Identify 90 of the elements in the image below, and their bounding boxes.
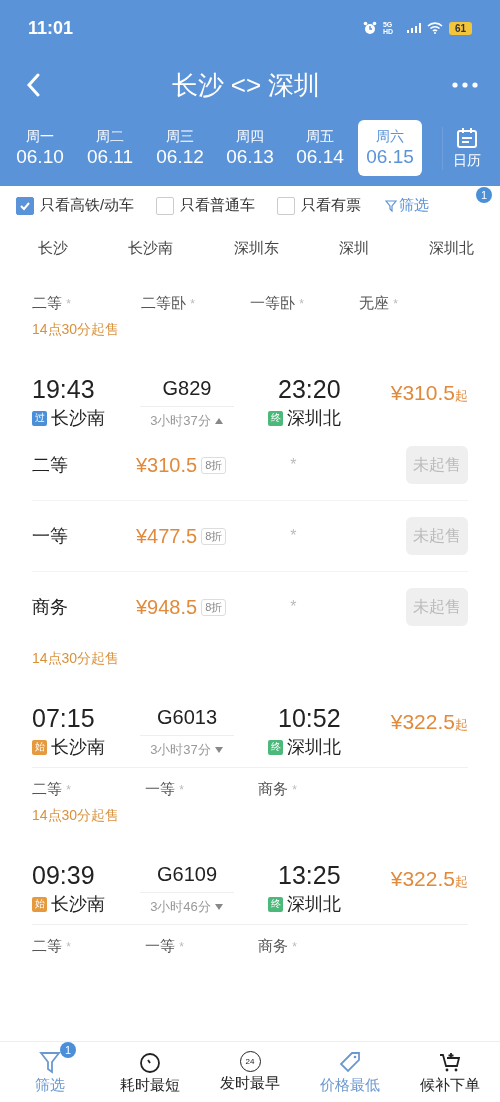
sale-time-note: 14点30分起售 <box>31 320 121 339</box>
station-option[interactable]: 深圳 <box>338 239 369 258</box>
discount-badge: 8折 <box>201 456 227 474</box>
calendar-icon <box>456 126 478 149</box>
availability-mark: * <box>290 598 298 616</box>
sort-tab[interactable]: 耗时最短 <box>100 1042 200 1102</box>
seat-availability: 二等 * <box>32 780 72 799</box>
discount-badge: 8折 <box>201 598 227 616</box>
caret-icon <box>213 746 224 754</box>
arrival-time: 10:52 <box>277 704 342 733</box>
arrival-station: 深圳北 <box>287 736 341 759</box>
discount-badge: 8折 <box>201 527 227 545</box>
departure-time: 19:43 <box>32 375 96 404</box>
count-badge: 1 <box>476 187 492 203</box>
train-number: G6109 <box>140 861 234 893</box>
filter-button[interactable]: 筛选 <box>385 196 430 215</box>
arrival-time: 13:25 <box>277 861 342 890</box>
seat-availability: 无座 * <box>359 294 399 313</box>
station-tag: 过 <box>32 410 47 426</box>
station-tag: 终 <box>268 896 283 912</box>
caret-icon <box>213 903 224 911</box>
departure-time: 07:15 <box>32 704 96 733</box>
availability-mark: * <box>290 527 298 545</box>
duration-toggle[interactable]: 3小时46分 <box>150 898 224 916</box>
sale-time-note: 14点30分起售 <box>31 806 121 825</box>
duration-toggle[interactable]: 3小时37分 <box>150 412 224 430</box>
station-tag: 终 <box>268 410 283 426</box>
seat-availability: 一等卧 * <box>250 294 305 313</box>
arrival-time: 23:20 <box>277 375 342 404</box>
filter-icon <box>385 199 398 212</box>
station-tag: 终 <box>268 739 283 755</box>
seat-availability: 二等 * <box>32 937 72 956</box>
date-tab[interactable]: 周五 06.14 <box>288 120 352 176</box>
station-option[interactable]: 深圳东 <box>233 239 279 258</box>
lowest-price: ¥322.5起 <box>390 709 468 734</box>
station-option[interactable]: 长沙 <box>38 239 68 258</box>
seat-availability: 二等卧 * <box>141 294 196 313</box>
departure-station: 长沙南 <box>51 736 105 759</box>
date-tab[interactable]: 周六 06.15 <box>358 120 422 176</box>
date-tab[interactable]: 周四 06.13 <box>218 120 282 176</box>
sort-tab[interactable]: 筛选 1 <box>0 1042 100 1102</box>
departure-time: 09:39 <box>32 861 96 890</box>
calendar-button[interactable]: 日历 <box>442 126 481 170</box>
seat-availability: 一等 * <box>145 780 185 799</box>
station-tag: 始 <box>32 739 47 755</box>
lowest-price: ¥310.5起 <box>390 380 468 405</box>
duration-toggle[interactable]: 3小时37分 <box>150 741 224 759</box>
sort-tab[interactable]: 24 发时最早 <box>200 1042 300 1102</box>
caret-icon <box>213 417 224 425</box>
seat-class: 商务 <box>32 596 69 619</box>
count-badge: 1 <box>60 1042 76 1058</box>
seat-class: 二等 <box>32 454 69 477</box>
wifi-icon <box>426 22 443 34</box>
date-tab[interactable]: 周一 06.10 <box>8 120 72 176</box>
alarm-icon <box>362 21 377 35</box>
seat-price: ¥310.5 <box>136 453 198 477</box>
arrival-station: 深圳北 <box>287 893 341 916</box>
filter-checkbox[interactable]: 只看高铁/动车 <box>16 196 135 215</box>
sort-tab[interactable]: 价格最低 <box>300 1042 400 1102</box>
more-icon[interactable] <box>452 82 478 88</box>
seat-class: 一等 <box>32 525 69 548</box>
seat-availability: 二等 * <box>32 294 72 313</box>
station-option[interactable]: 长沙南 <box>128 239 174 258</box>
sort-tab[interactable]: 候补下单 <box>400 1042 500 1102</box>
seat-price: ¥477.5 <box>136 524 198 548</box>
status-time: 11:01 <box>28 17 74 39</box>
lowest-price: ¥322.5起 <box>390 866 468 891</box>
date-tab[interactable]: 周三 06.12 <box>148 120 212 176</box>
back-icon[interactable] <box>26 73 40 97</box>
seat-availability: 商务 * <box>258 780 298 799</box>
arrival-station: 深圳北 <box>287 407 341 430</box>
date-tab[interactable]: 周二 06.11 <box>78 120 142 176</box>
route-title: 长沙 <> 深圳 <box>171 68 321 102</box>
train-number: G829 <box>140 375 234 407</box>
price-tag-icon <box>338 1049 362 1074</box>
seat-price: ¥948.5 <box>136 595 198 619</box>
signal-icon <box>406 23 421 33</box>
filter-checkbox[interactable]: 只看有票 <box>277 196 362 215</box>
sale-time-note: 14点30分起售 <box>31 649 121 668</box>
train-number: G6013 <box>140 704 234 736</box>
filter-icon <box>39 1049 61 1074</box>
seat-availability: 一等 * <box>145 937 185 956</box>
departure-station: 长沙南 <box>51 407 105 430</box>
filter-checkbox[interactable]: 只看普通车 <box>156 196 256 215</box>
station-option[interactable]: 深圳北 <box>429 239 474 258</box>
seat-availability: 商务 * <box>258 937 298 956</box>
station-tag: 始 <box>32 896 47 912</box>
departure-station: 长沙南 <box>51 893 105 916</box>
availability-mark: * <box>290 456 298 474</box>
battery-icon: 61 <box>448 21 472 35</box>
